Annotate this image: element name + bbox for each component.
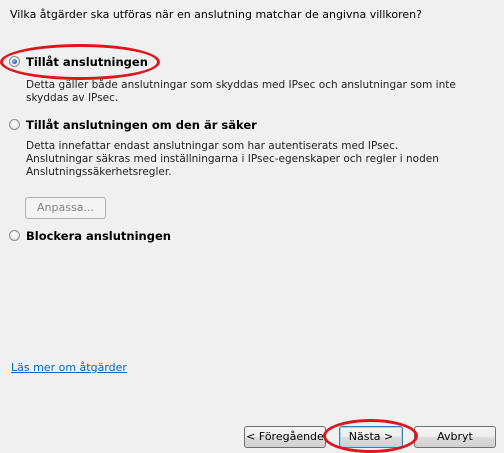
radio-allow-secure[interactable] [9,119,20,130]
next-button[interactable]: Nästa > [339,426,403,448]
radio-allow[interactable] [9,56,20,67]
back-button[interactable]: < Föregående [244,426,326,448]
customize-button[interactable]: Anpassa... [25,197,106,219]
cancel-button[interactable]: Avbryt [414,426,496,448]
option-allow-secure-label[interactable]: Tillåt anslutningen om den är säker [26,118,257,132]
option-allow-description: Detta gäller både anslutningar som skydd… [26,79,456,104]
radio-block[interactable] [9,230,20,241]
option-allow-label[interactable]: Tillåt anslutningen [26,55,148,69]
option-allow-secure-description: Detta innefattar endast anslutningar som… [26,140,439,178]
question-text: Vilka åtgärder ska utföras när en anslut… [10,8,422,21]
option-block-label[interactable]: Blockera anslutningen [26,229,171,243]
learn-more-link[interactable]: Läs mer om åtgärder [11,361,127,374]
